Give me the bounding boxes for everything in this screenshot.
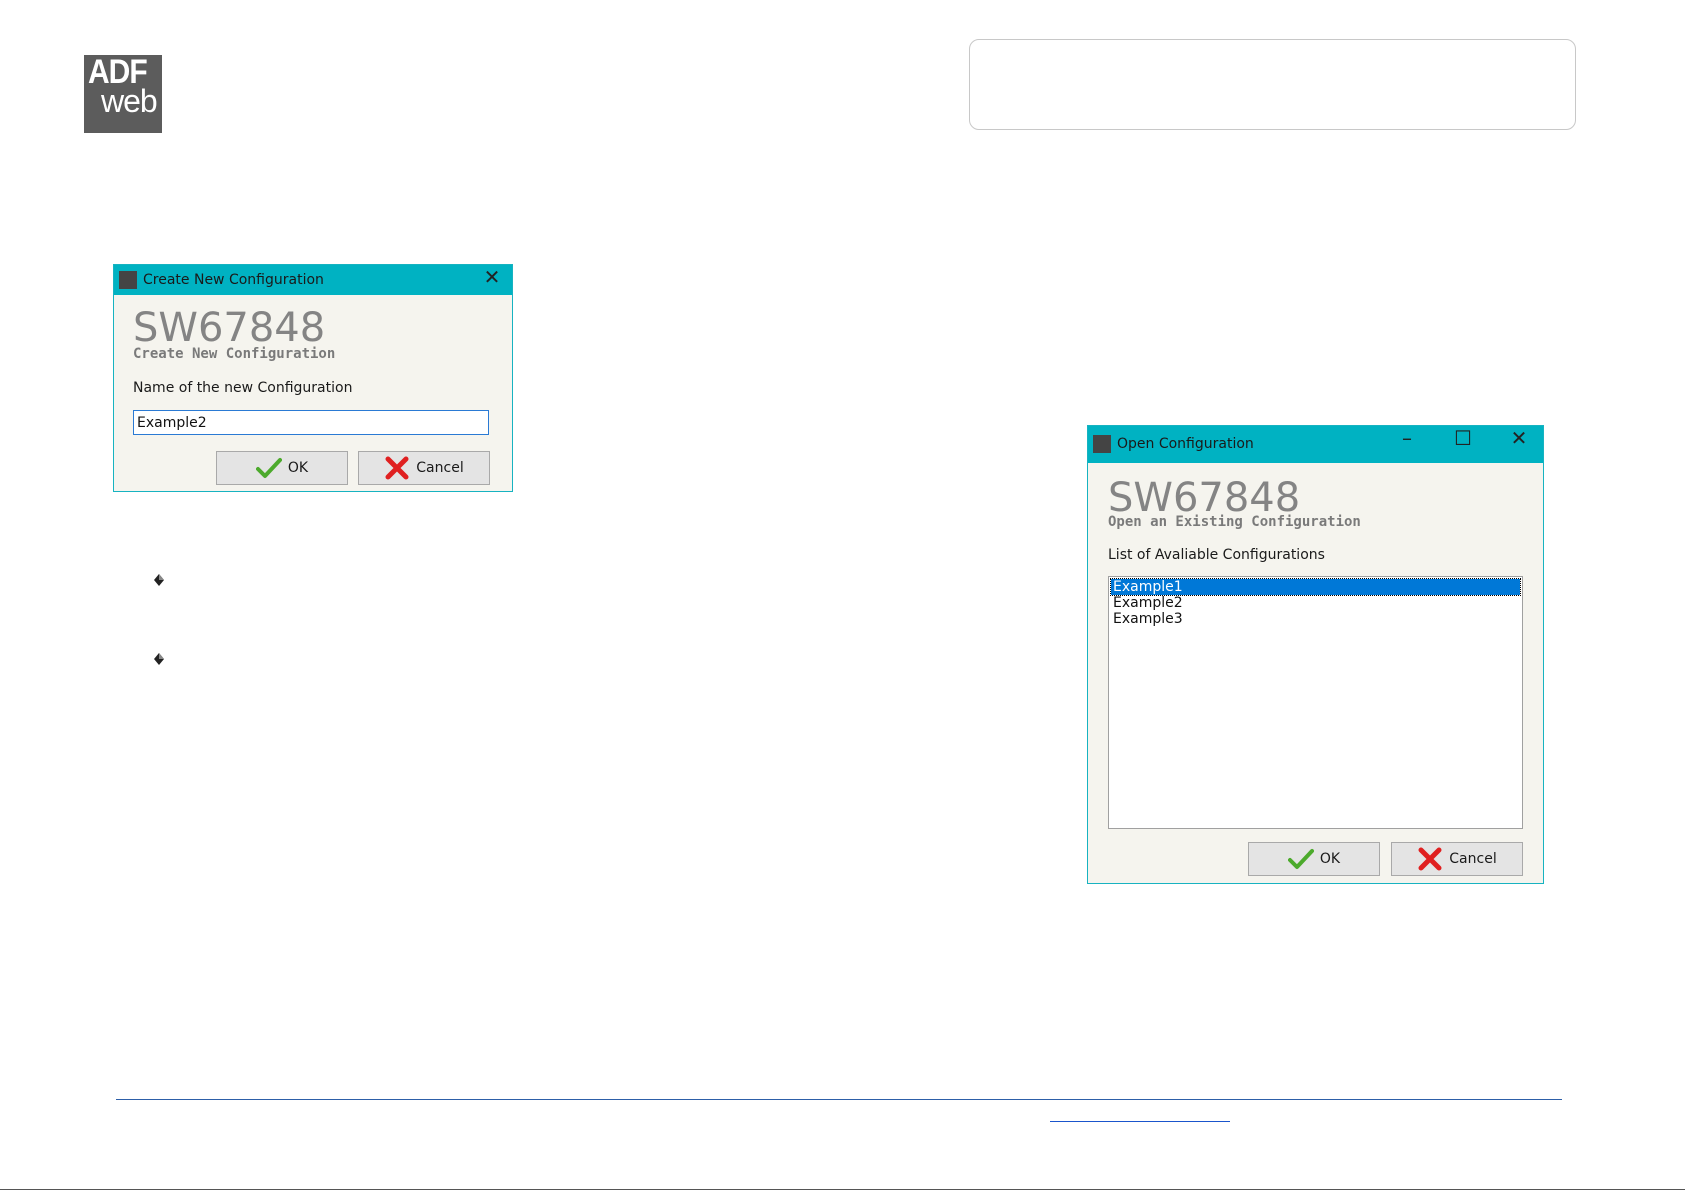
footer-rule	[116, 1099, 1562, 1100]
maximize-icon[interactable]: ☐	[1451, 426, 1475, 450]
list-item[interactable]: Example2	[1111, 595, 1520, 611]
create-dialog-title: Create New Configuration	[143, 272, 324, 288]
app-icon	[119, 271, 137, 289]
cancel-label: Cancel	[1449, 851, 1497, 867]
list-item[interactable]: Example3	[1111, 611, 1520, 627]
x-icon	[1418, 847, 1442, 871]
list-item[interactable]: Example1	[1110, 578, 1521, 596]
create-dialog-subheading: Create New Configuration	[133, 346, 336, 362]
x-icon	[385, 456, 409, 480]
cancel-label: Cancel	[416, 460, 464, 476]
close-icon[interactable]: ✕	[1507, 426, 1531, 450]
config-name-label: Name of the new Configuration	[133, 380, 353, 396]
close-icon[interactable]: ✕	[480, 265, 504, 289]
header-box	[969, 39, 1576, 130]
adf-web-logo: ADF web	[84, 53, 162, 133]
check-icon	[255, 458, 282, 478]
open-dialog-subheading: Open an Existing Configuration	[1108, 514, 1361, 530]
bullet-icon	[154, 653, 164, 665]
config-listbox[interactable]: Example1 Example2 Example3	[1108, 576, 1523, 829]
page-bottom-rule	[0, 1189, 1685, 1190]
config-name-input[interactable]	[133, 410, 489, 435]
create-dialog-heading: SW67848	[133, 305, 326, 351]
cancel-button[interactable]: Cancel	[358, 451, 490, 485]
open-dialog-titlebar: Open Configuration – ☐ ✕	[1088, 426, 1543, 463]
bullet-icon	[154, 574, 164, 586]
ok-button[interactable]: OK	[216, 451, 348, 485]
minimize-icon[interactable]: –	[1395, 426, 1419, 450]
footer-link-underline[interactable]	[1050, 1121, 1230, 1122]
ok-label: OK	[1319, 851, 1341, 867]
cancel-button[interactable]: Cancel	[1391, 842, 1523, 876]
open-config-dialog: Open Configuration – ☐ ✕ SW67848 Open an…	[1087, 425, 1544, 884]
create-config-dialog: Create New Configuration ✕ SW67848 Creat…	[113, 264, 513, 492]
logo-text-web: web	[101, 83, 158, 119]
app-icon	[1093, 435, 1111, 453]
config-list-label: List of Avaliable Configurations	[1108, 547, 1325, 563]
ok-label: OK	[287, 460, 309, 476]
ok-button[interactable]: OK	[1248, 842, 1380, 876]
open-dialog-title: Open Configuration	[1117, 436, 1254, 452]
check-icon	[1287, 849, 1314, 869]
create-dialog-titlebar: Create New Configuration ✕	[114, 265, 512, 295]
